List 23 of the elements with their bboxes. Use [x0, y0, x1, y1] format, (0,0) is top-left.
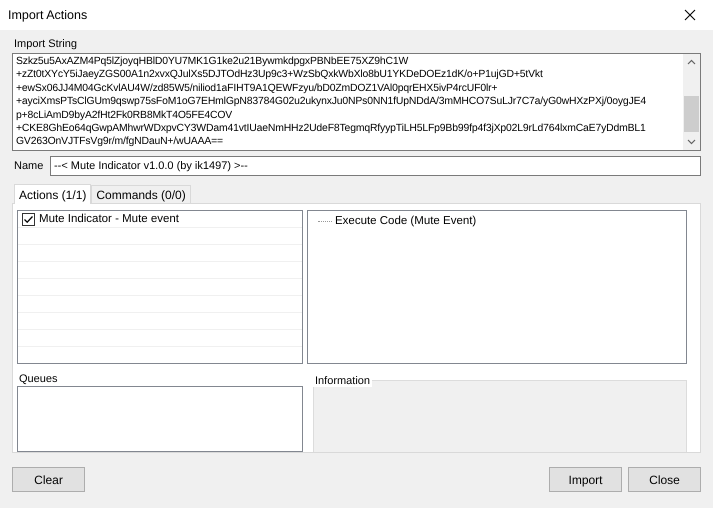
- name-label: Name: [13, 160, 44, 172]
- import-string-field[interactable]: [12, 53, 701, 151]
- information-label: Information: [313, 375, 372, 387]
- import-string-line: p+8cLiAmD9byA2fHt2Fk0RB8MkT4O5FE4COV: [16, 108, 232, 122]
- tab[interactable]: Commands (0/0): [91, 185, 191, 203]
- name-field[interactable]: --< Mute Indicator v1.0.0 (by ik1497) >--: [50, 156, 701, 176]
- import-string-line: Szkz5u5AxAZM4Pq5lZjoyqHBlD0YU7MK1G1ke2u21BywmkdpgxPBNbEE75XZ9hC1W: [16, 55, 408, 68]
- import-string-label: Import String: [13, 38, 78, 51]
- import-button[interactable]: Import: [549, 467, 622, 492]
- queues-label: Queues: [18, 372, 59, 386]
- scrollbar[interactable]: [683, 54, 700, 150]
- import-string-line: +ayciXmsPTsClGUm9qswp75sFoM1oG7EHmlGpN83784G02u2ukynxJu0NPs0NN1fUpNDdA/3mMHCO7SuLJr7C7a/yG0wHXzPXj/0oygJE4: [16, 95, 646, 109]
- tab[interactable]: Actions (1/1): [14, 184, 92, 204]
- close-button[interactable]: Close: [628, 467, 701, 492]
- tree-item[interactable]: Execute Code (Mute Event): [335, 215, 476, 227]
- import-string-line: +CKE8GhEo64qGwpAMhwrWDxpvCY3WDam41vtIUaeNmHHz2UdeF8TegmqRfyypTiLH5LFp9Bb99fp4f3jXp02L9rLd764lxmCaE7yDdmBL1: [16, 122, 646, 136]
- import-string-line: GV263OnVJTFsVg9r/m/fgNDauN+/wUAAA==: [16, 135, 223, 149]
- clear-button[interactable]: Clear: [12, 467, 85, 492]
- import-string-line: +ewSx06JJ4M04GcKvlAU4W/zd85W5/niliod1aFIHT9A1QEWFzyu/bD0ZmDOZ1VAl0pqrEHX5ivP4rcUF0lr+: [16, 82, 498, 96]
- window-title: Import Actions: [8, 8, 88, 22]
- import-string-line: +zZt0tXYcY5iJaeyZGS00A1n2xvxQJulXs5DJTOdHz3Up9c3+WzSbQxkWbXlo8bU1YKDeDOEz1dK/o+P1ujGD+5tVkt: [16, 68, 543, 82]
- checkbox[interactable]: [22, 212, 35, 226]
- action-label[interactable]: Mute Indicator - Mute event: [39, 213, 179, 225]
